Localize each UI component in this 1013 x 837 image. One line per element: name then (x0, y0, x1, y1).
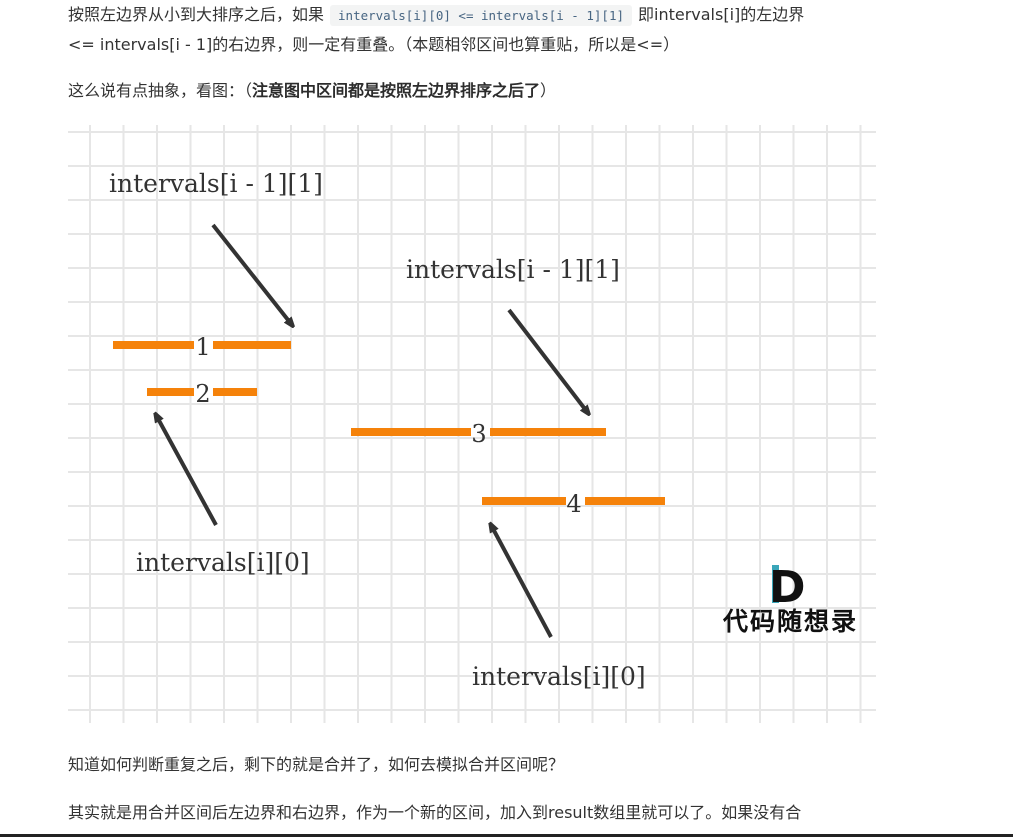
paragraph-see-figure: 这么说有点抽象，看图：（注意图中区间都是按照左边界排序之后了） (68, 76, 556, 106)
paragraph-overlap-condition: 按照左边界从小到大排序之后，如果 intervals[i][0] <= inter… (68, 0, 804, 31)
bold-note: 注意图中区间都是按照左边界排序之后了 (252, 81, 541, 100)
text-segment: 即intervals[i]的左边界 (638, 5, 805, 24)
logo-text: 代码随想录 (722, 607, 858, 636)
interval-1-left (113, 341, 194, 349)
label-cur-left-boundary-2: intervals[i][0] (472, 662, 646, 691)
interval-number-1: 1 (195, 333, 210, 361)
paragraph-overlap-condition-cont: <= intervals[i - 1]的右边界，则一定有重叠。（本题相邻区间也算… (68, 35, 680, 54)
interval-3-left (351, 428, 471, 436)
interval-number-2: 2 (195, 380, 210, 408)
logo-letter: D (769, 562, 806, 613)
interval-2-left (147, 388, 194, 396)
text-segment: 这么说有点抽象，看图：（ (68, 81, 253, 100)
label-prev-right-boundary-1: intervals[i - 1][1] (109, 169, 323, 198)
interval-4-right (585, 497, 665, 505)
text-segment: 按照左边界从小到大排序之后，如果 (68, 5, 325, 24)
interval-3-right (490, 428, 606, 436)
label-prev-right-boundary-2: intervals[i - 1][1] (406, 255, 620, 284)
intervals-figure: 1 2 3 4 intervals[i - 1][1] intervals[i … (68, 125, 876, 725)
inline-code: intervals[i][0] <= intervals[i - 1][1] (330, 5, 632, 26)
interval-2-right (213, 388, 257, 396)
text-segment: ） (540, 81, 557, 100)
interval-1-right (213, 341, 291, 349)
interval-number-4: 4 (566, 490, 581, 518)
interval-number-3: 3 (471, 420, 486, 448)
interval-4-left (482, 497, 566, 505)
paragraph-merge-explanation: 其实就是用合并区间后左边界和右边界，作为一个新的区间，加入到result数组里就… (68, 803, 802, 822)
paragraph-how-to-merge: 知道如何判断重复之后，剩下的就是合并了，如何去模拟合并区间呢？ (68, 755, 565, 774)
label-cur-left-boundary-1: intervals[i][0] (136, 548, 310, 577)
